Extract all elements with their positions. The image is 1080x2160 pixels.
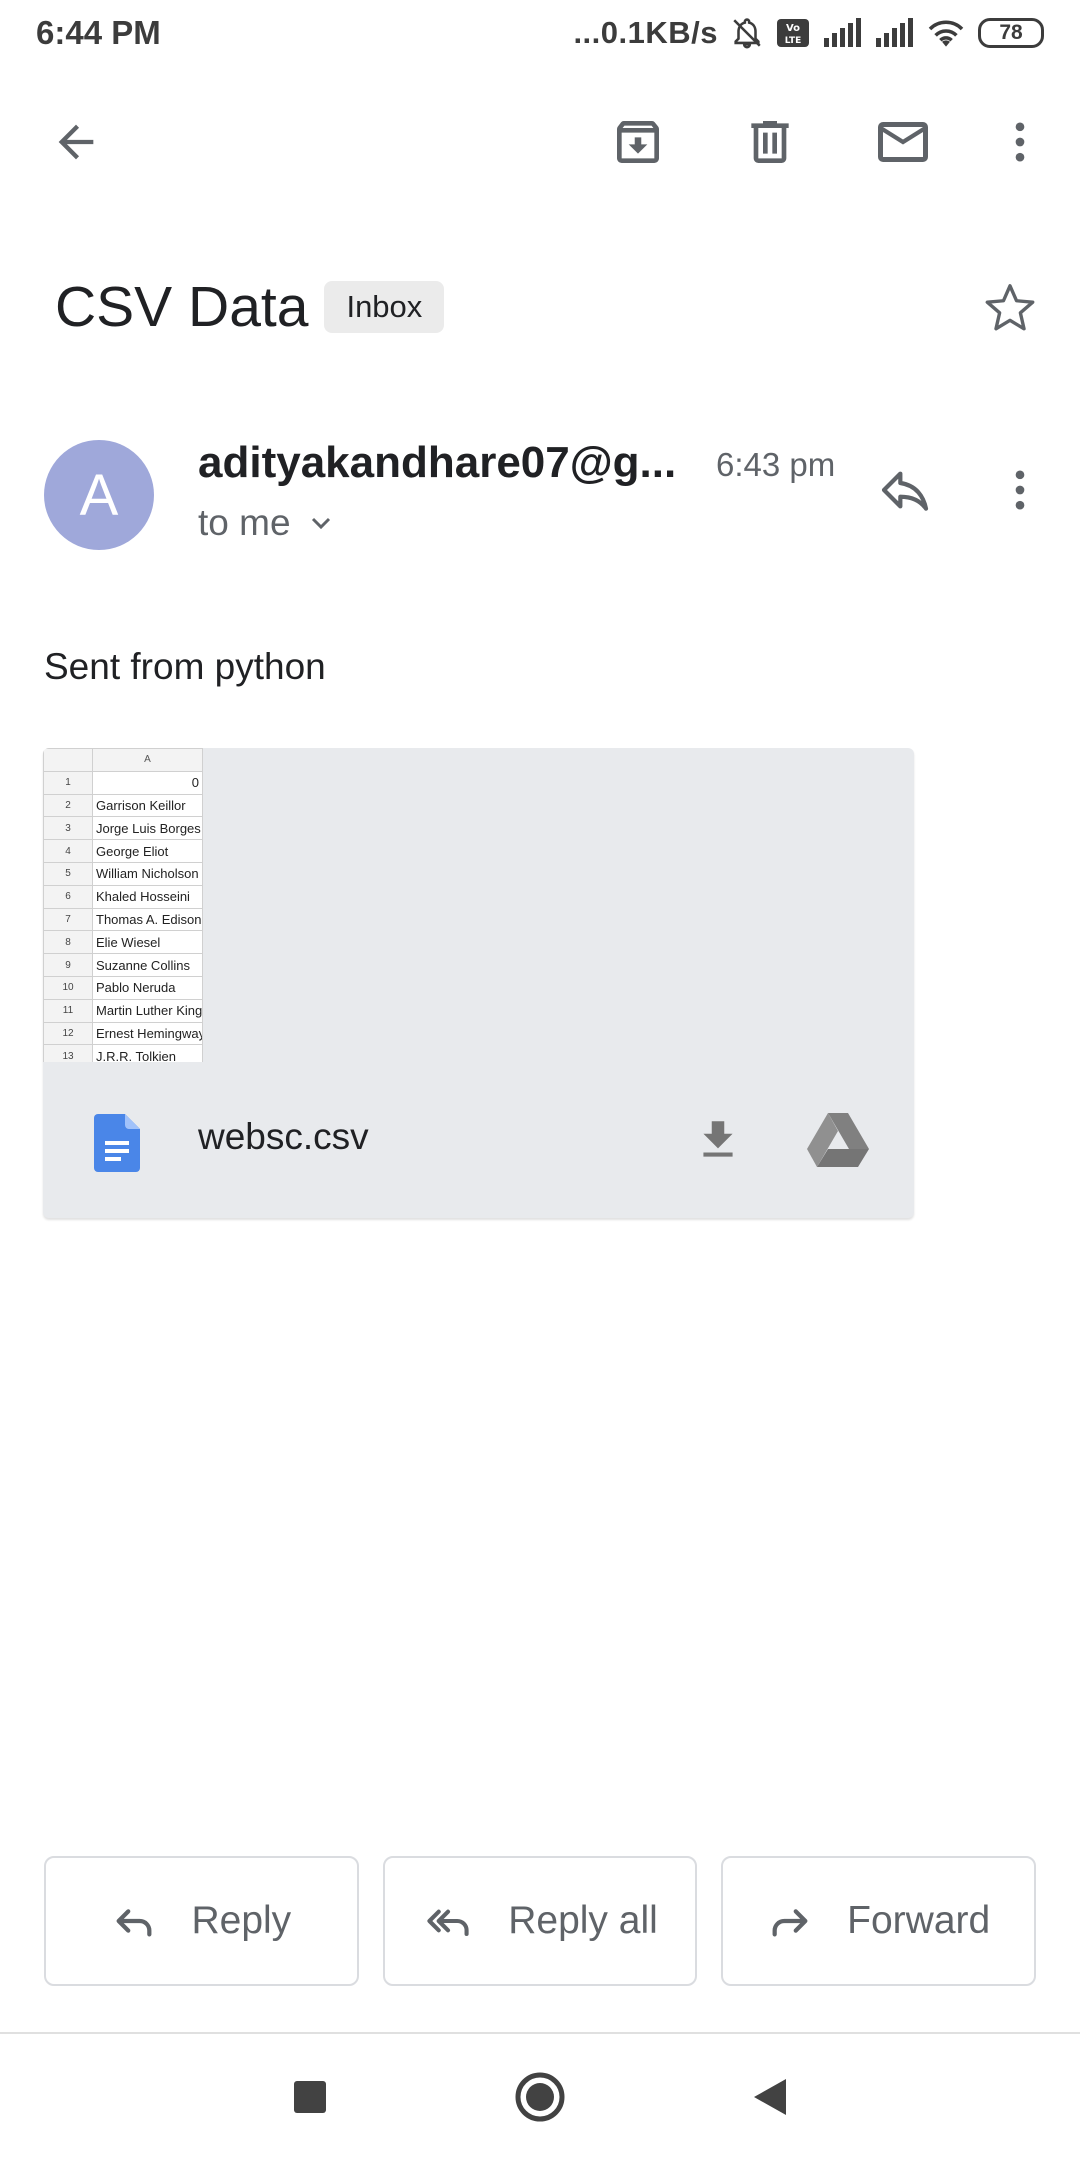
sheet-row: 2 Garrison Keillor xyxy=(43,793,203,818)
preview-sheet: A 1 0 2 Garrison Keillor 3 Jorge Luis Borges 4… xyxy=(43,748,203,1062)
action-buttons: Reply Reply all Forward xyxy=(44,1856,1037,1986)
attachment-preview[interactable]: A 1 0 2 Garrison Keillor 3 Jorge Luis Borges 4… xyxy=(43,748,203,1062)
sheet-cell: Ernest Hemingway xyxy=(92,1021,203,1046)
sheet-row: 5 William Nicholson xyxy=(43,861,203,886)
more-vert-icon[interactable] xyxy=(966,88,1074,196)
recipient-details[interactable]: to me xyxy=(198,502,337,544)
subject-row: CSV Data Inbox xyxy=(55,262,445,352)
sheet-row: 9 Suzanne Collins xyxy=(43,953,203,977)
attachment-card[interactable]: A 1 0 2 Garrison Keillor 3 Jorge Luis Borges 4… xyxy=(43,748,914,1218)
battery-icon: 78 xyxy=(978,18,1044,48)
document-icon xyxy=(94,1114,140,1177)
status-time: 6:44 PM xyxy=(36,14,161,51)
sheet-row-number: 4 xyxy=(43,839,93,863)
sheet-cell: Suzanne Collins xyxy=(92,953,203,977)
status-icons: ...0.1KB/s Vo LTE 78 xyxy=(573,15,1044,51)
email-subject: CSV Data xyxy=(55,275,309,339)
reply-button[interactable]: Reply xyxy=(44,1856,359,1986)
sheet-row-number: 10 xyxy=(43,975,93,1000)
sheet-row-number: 11 xyxy=(43,998,93,1023)
email-body: Sent from python xyxy=(44,646,326,687)
signal-icon xyxy=(874,18,914,48)
chevron-down-icon[interactable] xyxy=(305,507,337,539)
recents-icon[interactable] xyxy=(275,2062,345,2132)
sheet-row: 13 J.R.R. Tolkien xyxy=(43,1044,203,1062)
back-icon[interactable] xyxy=(735,2062,805,2132)
sheet-corner xyxy=(43,748,93,772)
mail-icon[interactable] xyxy=(849,88,957,196)
sheet-cell: Khaled Hosseini xyxy=(92,884,203,909)
attachment-file-row: websc.csv xyxy=(43,1062,914,1218)
sheet-row-number: 8 xyxy=(43,930,93,955)
sheet-cell: J.R.R. Tolkien xyxy=(92,1044,203,1062)
sheet-cell: Martin Luther King xyxy=(92,998,203,1023)
sheet-row-number: 13 xyxy=(43,1044,93,1062)
system-nav-bar xyxy=(0,2034,1080,2160)
reply-icon xyxy=(117,1909,152,1937)
sheet-cell: Elie Wiesel xyxy=(92,930,203,955)
sheet-row: 11 Martin Luther King xyxy=(43,998,203,1023)
top-toolbar xyxy=(0,88,1080,196)
back-arrow-icon[interactable] xyxy=(22,88,130,196)
reply-icon[interactable] xyxy=(855,440,955,540)
sheet-row-number: 5 xyxy=(43,861,93,886)
reply-all-button-label: Reply all xyxy=(508,1899,658,1942)
reply-all-icon xyxy=(427,1909,469,1937)
sheet-row-number: 3 xyxy=(43,816,93,841)
sheet-row: 3 Jorge Luis Borges xyxy=(43,816,203,841)
trash-icon[interactable] xyxy=(716,88,824,196)
sheet-row-number: 12 xyxy=(43,1021,93,1046)
sheet-row: 12 Ernest Hemingway xyxy=(43,1021,203,1046)
signal-icon xyxy=(822,18,862,48)
sheet-cell: Garrison Keillor xyxy=(92,793,203,818)
sheet-cell: Jorge Luis Borges xyxy=(92,816,203,841)
sheet-row-number: 9 xyxy=(43,953,93,977)
sheet-row-number: 1 xyxy=(43,770,93,795)
sheet-row: 7 Thomas A. Edison xyxy=(43,907,203,932)
sheet-row: 10 xyxy=(43,770,203,795)
reply-all-button[interactable]: Reply all xyxy=(382,1856,698,1986)
volte-icon: Vo LTE xyxy=(776,18,810,48)
sender-avatar[interactable]: A xyxy=(44,440,154,550)
drive-icon[interactable] xyxy=(788,1100,888,1180)
message-more-icon[interactable] xyxy=(970,440,1070,540)
forward-button-label: Forward xyxy=(847,1899,991,1942)
star-icon[interactable] xyxy=(960,258,1060,358)
sheet-row-number: 6 xyxy=(43,884,93,909)
forward-icon xyxy=(772,1909,808,1937)
sheet-cell: 0 xyxy=(92,770,203,795)
archive-icon[interactable] xyxy=(584,88,692,196)
sheet-row: 8 Elie Wiesel xyxy=(43,930,203,955)
attachment-file-name[interactable]: websc.csv xyxy=(198,1116,369,1158)
sheet-row: 6 Khaled Hosseini xyxy=(43,884,203,909)
home-icon[interactable] xyxy=(505,2062,575,2132)
mute-icon xyxy=(730,16,764,50)
sheet-cell: Thomas A. Edison xyxy=(92,907,203,932)
download-icon[interactable] xyxy=(673,1100,763,1180)
sheet-cell: William Nicholson xyxy=(92,861,203,886)
column-header: A xyxy=(92,748,203,772)
sheet-row-number: 7 xyxy=(43,907,93,932)
svg-text:LTE: LTE xyxy=(785,36,802,46)
forward-button[interactable]: Forward xyxy=(721,1856,1037,1986)
reply-button-label: Reply xyxy=(191,1899,292,1942)
sheet-row: 4 George Eliot xyxy=(43,839,203,863)
sender-name[interactable]: adityakandhare07@g... xyxy=(198,438,678,488)
recipient-label: to me xyxy=(198,502,291,543)
inbox-label-chip[interactable]: Inbox xyxy=(324,281,445,333)
sheet-cell: George Eliot xyxy=(92,839,203,863)
status-bar: 6:44 PM ...0.1KB/s Vo LTE 78 xyxy=(0,0,1080,66)
sheet-cell: Pablo Neruda xyxy=(92,975,203,1000)
svg-text:Vo: Vo xyxy=(786,23,800,34)
sheet-row-number: 2 xyxy=(43,793,93,818)
email-time: 6:43 pm xyxy=(716,446,836,483)
sheet-row: 10 Pablo Neruda xyxy=(43,975,203,1000)
wifi-icon xyxy=(926,17,966,49)
network-speed: ...0.1KB/s xyxy=(573,15,718,50)
